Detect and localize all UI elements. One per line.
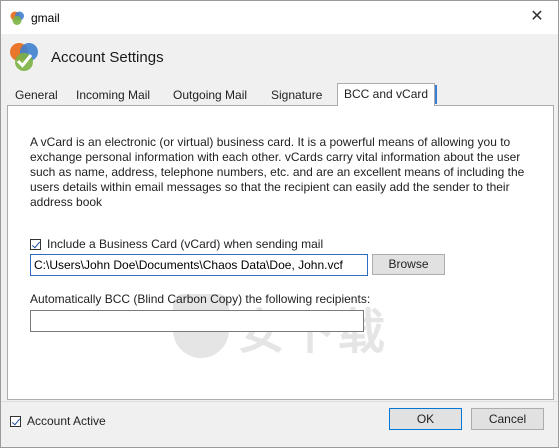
title-bar: gmail ✕ <box>1 1 558 34</box>
include-vcard-checkbox[interactable] <box>30 238 41 250</box>
footer-divider <box>1 401 558 402</box>
tab-bcc-and-vcard[interactable]: BCC and vCard <box>337 83 438 106</box>
tab-outgoing-mail[interactable]: Outgoing Mail <box>173 85 247 105</box>
include-vcard-checkbox-row[interactable]: Include a Business Card (vCard) when sen… <box>30 237 323 251</box>
tab-focus-indicator <box>435 85 438 104</box>
tab-bar: General Incoming Mail Outgoing Mail Sign… <box>7 83 555 106</box>
tab-general[interactable]: General <box>15 85 58 105</box>
window-title: gmail <box>31 11 60 25</box>
close-button[interactable]: ✕ <box>526 7 548 27</box>
bcc-recipients-input[interactable] <box>30 310 364 332</box>
tab-bcc-and-vcard-label: BCC and vCard <box>344 87 429 101</box>
app-logo-icon <box>10 11 24 25</box>
header-banner: Account Settings <box>1 34 558 82</box>
account-active-checkbox[interactable] <box>10 415 21 427</box>
vcard-description: A vCard is an electronic (or virtual) bu… <box>30 135 525 209</box>
bcc-vcard-panel: 安下载 A vCard is an electronic (or virtual… <box>7 105 554 400</box>
account-active-checkbox-row[interactable]: Account Active <box>10 414 106 428</box>
ok-button[interactable]: OK <box>389 408 462 430</box>
account-settings-window: gmail ✕ Account Settings General Incomin… <box>0 0 559 448</box>
account-active-label[interactable]: Account Active <box>27 414 106 428</box>
close-icon[interactable]: ✕ <box>530 8 543 25</box>
tab-incoming-mail[interactable]: Incoming Mail <box>76 85 150 105</box>
cancel-button[interactable]: Cancel <box>471 408 544 430</box>
app-logo-icon <box>10 43 38 71</box>
tab-signature[interactable]: Signature <box>271 85 322 105</box>
include-vcard-label[interactable]: Include a Business Card (vCard) when sen… <box>47 237 323 251</box>
page-title: Account Settings <box>51 49 164 66</box>
vcard-path-input[interactable] <box>30 254 368 276</box>
browse-button[interactable]: Browse <box>372 254 445 275</box>
bcc-label: Automatically BCC (Blind Carbon Copy) th… <box>30 292 371 306</box>
